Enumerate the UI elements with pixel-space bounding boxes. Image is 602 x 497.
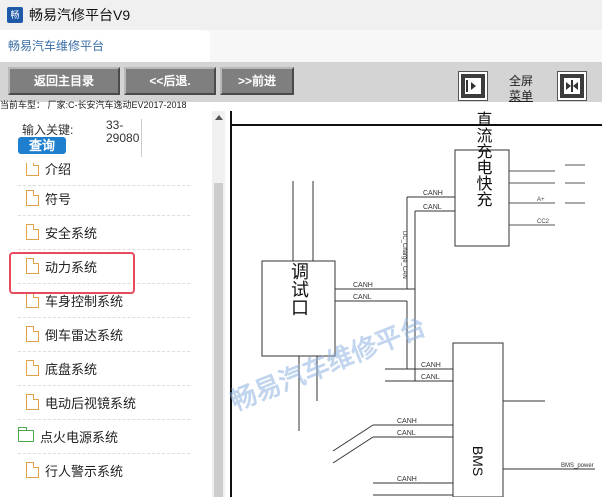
document-icon xyxy=(26,326,39,342)
tree-item[interactable]: 行人警示系统 xyxy=(26,455,123,485)
tree-item[interactable]: 底盘系统 xyxy=(26,353,97,383)
tree-item-label: 符号 xyxy=(45,191,72,207)
keyword-input[interactable]: 33- 29080 xyxy=(106,119,142,157)
svg-text:CANH: CANH xyxy=(423,190,443,197)
fullscreen-menu-label[interactable]: 全屏 菜单 xyxy=(506,74,536,104)
window-titlebar: 畅 畅易汽修平台V9 xyxy=(0,0,602,30)
dc-charge-module-label: 直流充电快充 xyxy=(474,111,493,207)
tree-item[interactable]: 符号 xyxy=(26,183,71,213)
svg-text:CANH: CANH xyxy=(397,476,417,483)
tree-item-label: 点火电源系统 xyxy=(40,429,119,445)
tree-item-label: 底盘系统 xyxy=(45,361,98,377)
wiring-diagram-svg: 直流充电快充 A+ CC2 CANH CANL DC_Charge_CAN CA… xyxy=(226,111,602,497)
svg-text:A+: A+ xyxy=(537,197,545,203)
tree-separator xyxy=(18,385,190,386)
svg-text:CANL: CANL xyxy=(421,374,440,381)
tree-separator xyxy=(18,317,190,318)
bms-module-label: BMS xyxy=(470,446,486,476)
tree-item-label: 行人警示系统 xyxy=(45,463,124,479)
forward-button[interactable]: >>前进 xyxy=(220,67,294,95)
collapse-arrow-icon xyxy=(466,80,476,92)
document-icon xyxy=(26,394,39,410)
scroll-up-arrow-icon[interactable] xyxy=(215,115,223,120)
tree-separator xyxy=(18,419,190,420)
tree-separator xyxy=(18,249,190,250)
document-icon xyxy=(26,292,39,308)
keyword-label: 输入关键: xyxy=(22,123,74,137)
svg-text:CANH: CANH xyxy=(353,282,373,289)
document-icon xyxy=(26,224,39,240)
back-to-main-button[interactable]: 返回主目录 xyxy=(8,67,120,95)
tab-bar: 畅易汽车维修平台 xyxy=(0,30,602,62)
highlight-annotation xyxy=(9,252,135,294)
svg-text:CANH: CANH xyxy=(397,418,417,425)
svg-text:CANL: CANL xyxy=(423,204,442,211)
diagnostic-port-module-label: 调试口 xyxy=(289,262,309,316)
fullscreen-button[interactable] xyxy=(557,71,587,101)
tree-item[interactable]: 介绍 xyxy=(26,163,71,183)
tree-item[interactable]: 倒车雷达系统 xyxy=(26,319,123,349)
svg-text:CANL: CANL xyxy=(397,430,416,437)
collapse-sidebar-button[interactable] xyxy=(458,71,488,101)
svg-text:DC_Charge_CAN: DC_Charge_CAN xyxy=(401,231,407,279)
tree-item-label: 介绍 xyxy=(45,163,72,177)
tab-main[interactable]: 畅易汽车维修平台 xyxy=(0,30,210,62)
search-area: 输入关键: 33- 29080 查询 xyxy=(0,111,212,163)
tree-scrollbar[interactable] xyxy=(212,111,225,497)
svg-text:CANH: CANH xyxy=(421,362,441,369)
back-button[interactable]: <<后退. xyxy=(124,67,216,95)
query-button[interactable]: 查询 xyxy=(18,137,66,154)
tree-item-label: 电动后视镜系统 xyxy=(45,395,137,411)
category-tree: 介绍 符号 安全系统 动力系统 车身控制系统 倒车雷达系统 底盘系统 电动后视镜系统 点火电源系… xyxy=(0,163,197,497)
app-logo-icon: 畅 xyxy=(7,7,23,23)
svg-text:BMS_power: BMS_power xyxy=(561,463,594,469)
tree-item[interactable]: 安全系统 xyxy=(26,217,97,247)
tree-item[interactable]: 电动后视镜系统 xyxy=(26,387,136,417)
current-vehicle-info: 当前车型： 厂家:C-长安汽车逸动EV2017-2018 xyxy=(0,100,187,110)
scrollbar-thumb[interactable] xyxy=(214,183,223,497)
document-icon xyxy=(26,462,39,478)
svg-text:CANL: CANL xyxy=(353,294,372,301)
wiring-diagram[interactable]: 直流充电快充 A+ CC2 CANH CANL DC_Charge_CAN CA… xyxy=(225,111,602,497)
document-icon xyxy=(26,163,39,176)
tree-item[interactable]: 点火电源系统 xyxy=(18,421,118,451)
document-icon xyxy=(26,190,39,206)
tree-item-label: 安全系统 xyxy=(45,225,98,241)
left-panel: 输入关键: 33- 29080 查询 介绍 符号 安全系统 动力系统 车身控制系统 倒车雷… xyxy=(0,111,212,497)
expand-arrows-icon xyxy=(566,80,578,92)
document-icon xyxy=(26,360,39,376)
tree-separator xyxy=(18,453,190,454)
svg-text:CC2: CC2 xyxy=(537,219,550,225)
toolbar: 返回主目录 <<后退. >>前进 全屏 菜单 xyxy=(0,62,602,104)
window-title: 畅易汽修平台V9 xyxy=(29,7,131,23)
tree-item-label: 倒车雷达系统 xyxy=(45,327,124,343)
folder-icon xyxy=(18,427,34,442)
tree-separator xyxy=(18,215,190,216)
tree-separator xyxy=(18,351,190,352)
